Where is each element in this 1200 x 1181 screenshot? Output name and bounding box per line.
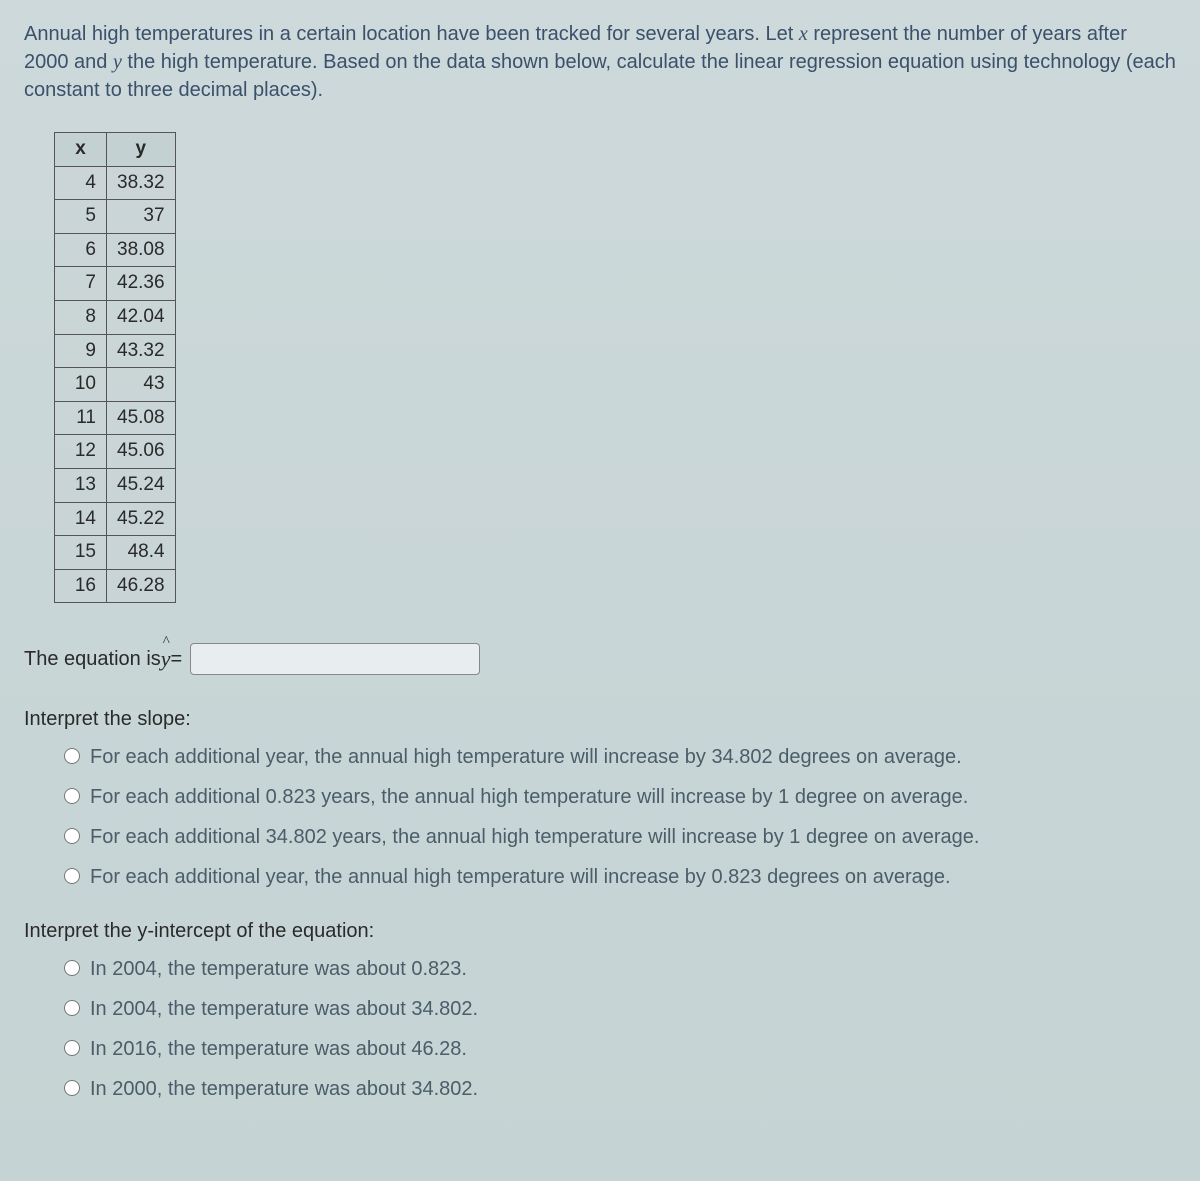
slope-option[interactable]: For each additional year, the annual hig…: [64, 863, 1176, 891]
slope-option-label: For each additional 0.823 years, the ann…: [90, 783, 968, 811]
intercept-option-label: In 2016, the temperature was about 46.28…: [90, 1035, 467, 1063]
cell-x: 7: [55, 267, 107, 301]
y-hat: y: [161, 644, 171, 675]
table-row: 438.32: [55, 166, 176, 200]
intercept-radio-1[interactable]: [64, 960, 80, 976]
cell-x: 5: [55, 200, 107, 234]
equation-row: The equation is y =: [24, 643, 1176, 675]
slope-option-label: For each additional year, the annual hig…: [90, 863, 951, 891]
table-header-row: x y: [55, 133, 176, 167]
intercept-radio-2[interactable]: [64, 1000, 80, 1016]
variable-x: x: [799, 23, 808, 45]
equals-sign: =: [171, 645, 183, 673]
col-header-x: x: [55, 133, 107, 167]
cell-x: 6: [55, 233, 107, 267]
slope-heading: Interpret the slope:: [24, 705, 1176, 733]
slope-option-label: For each additional year, the annual hig…: [90, 743, 962, 771]
cell-y: 38.08: [107, 233, 176, 267]
intercept-option[interactable]: In 2000, the temperature was about 34.80…: [64, 1075, 1176, 1103]
table-row: 943.32: [55, 334, 176, 368]
intercept-option[interactable]: In 2004, the temperature was about 0.823…: [64, 955, 1176, 983]
intro-text-1: Annual high temperatures in a certain lo…: [24, 23, 799, 45]
data-table: x y 438.32 537 638.08 742.36 842.04 943.…: [54, 132, 176, 603]
slope-option[interactable]: For each additional 34.802 years, the an…: [64, 823, 1176, 851]
cell-x: 10: [55, 368, 107, 402]
slope-option-label: For each additional 34.802 years, the an…: [90, 823, 979, 851]
cell-x: 4: [55, 166, 107, 200]
table-row: 537: [55, 200, 176, 234]
table-row: 638.08: [55, 233, 176, 267]
cell-y: 46.28: [107, 569, 176, 603]
intercept-heading: Interpret the y-intercept of the equatio…: [24, 917, 1176, 945]
slope-options: For each additional year, the annual hig…: [64, 743, 1176, 891]
slope-radio-4[interactable]: [64, 868, 80, 884]
cell-y: 48.4: [107, 536, 176, 570]
table-row: 1145.08: [55, 401, 176, 435]
cell-y: 45.24: [107, 468, 176, 502]
variable-y: y: [113, 51, 122, 73]
cell-y: 45.08: [107, 401, 176, 435]
cell-x: 14: [55, 502, 107, 536]
slope-radio-1[interactable]: [64, 748, 80, 764]
cell-y: 38.32: [107, 166, 176, 200]
cell-y: 37: [107, 200, 176, 234]
table-row: 1245.06: [55, 435, 176, 469]
table-row: 1548.4: [55, 536, 176, 570]
slope-radio-2[interactable]: [64, 788, 80, 804]
slope-option[interactable]: For each additional 0.823 years, the ann…: [64, 783, 1176, 811]
cell-x: 15: [55, 536, 107, 570]
equation-input[interactable]: [190, 643, 480, 675]
cell-y: 45.06: [107, 435, 176, 469]
intercept-options: In 2004, the temperature was about 0.823…: [64, 955, 1176, 1103]
equation-label-prefix: The equation is: [24, 645, 161, 673]
slope-option[interactable]: For each additional year, the annual hig…: [64, 743, 1176, 771]
cell-y: 42.04: [107, 300, 176, 334]
cell-x: 13: [55, 468, 107, 502]
intercept-radio-3[interactable]: [64, 1040, 80, 1056]
cell-y: 42.36: [107, 267, 176, 301]
cell-y: 43: [107, 368, 176, 402]
table-row: 1445.22: [55, 502, 176, 536]
intercept-option-label: In 2004, the temperature was about 0.823…: [90, 955, 467, 983]
intercept-option-label: In 2004, the temperature was about 34.80…: [90, 995, 478, 1023]
cell-y: 45.22: [107, 502, 176, 536]
table-row: 1345.24: [55, 468, 176, 502]
table-row: 842.04: [55, 300, 176, 334]
cell-x: 8: [55, 300, 107, 334]
cell-x: 9: [55, 334, 107, 368]
cell-x: 12: [55, 435, 107, 469]
intercept-option-label: In 2000, the temperature was about 34.80…: [90, 1075, 478, 1103]
intro-text-3: the high temperature. Based on the data …: [24, 51, 1176, 101]
intercept-option[interactable]: In 2004, the temperature was about 34.80…: [64, 995, 1176, 1023]
intercept-radio-4[interactable]: [64, 1080, 80, 1096]
table-row: 1646.28: [55, 569, 176, 603]
cell-x: 16: [55, 569, 107, 603]
intercept-option[interactable]: In 2016, the temperature was about 46.28…: [64, 1035, 1176, 1063]
slope-radio-3[interactable]: [64, 828, 80, 844]
question-intro: Annual high temperatures in a certain lo…: [24, 20, 1176, 104]
table-row: 1043: [55, 368, 176, 402]
table-row: 742.36: [55, 267, 176, 301]
cell-x: 11: [55, 401, 107, 435]
cell-y: 43.32: [107, 334, 176, 368]
col-header-y: y: [107, 133, 176, 167]
